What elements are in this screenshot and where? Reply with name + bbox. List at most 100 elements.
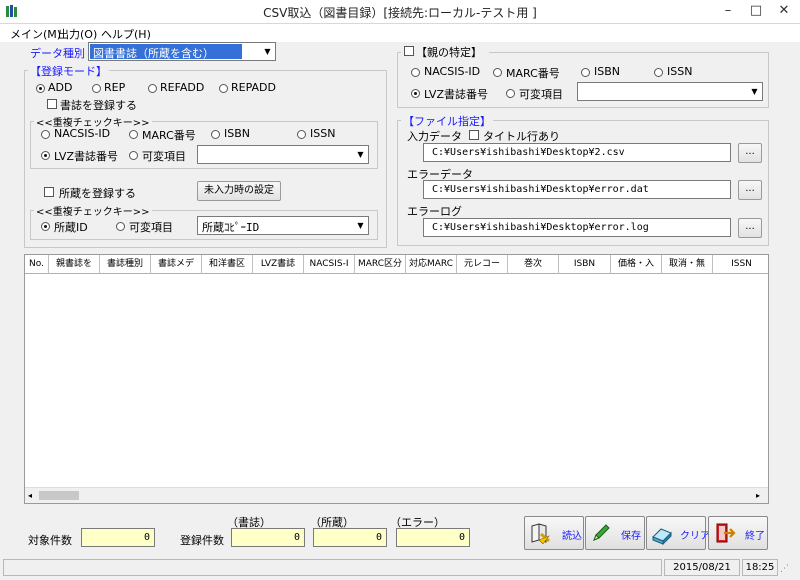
register-biblio-checkbox[interactable]	[47, 99, 57, 109]
parent-isbn-radio[interactable]	[581, 68, 590, 77]
holdings-dup-key-title: <<重複チェックキー>>	[34, 203, 152, 218]
error-count-field: 0	[396, 528, 470, 547]
mode-repadd-radio[interactable]	[219, 84, 228, 93]
error-browse-button[interactable]: ...	[738, 180, 762, 200]
mode-add-radio[interactable]	[36, 84, 45, 93]
save-button[interactable]: 保存	[585, 516, 645, 550]
grid-header: No. 親書誌を 書誌種別 書誌メデ 和洋書区 LVZ書誌 NACSIS-I M…	[25, 255, 768, 274]
data-type-select[interactable]: 図書書誌（所蔵を含む） ▼	[88, 42, 276, 61]
minimize-button[interactable]: –	[714, 0, 742, 22]
holdings-key-select[interactable]: 所蔵ｺﾋﾟｰID ▼	[197, 216, 369, 235]
grid-column-header[interactable]: ISSN	[713, 255, 768, 274]
load-icon	[531, 523, 550, 544]
title-bar: CSV取込（図書目録）[接続先:ローカル-テスト用 ] – □ ✕	[0, 0, 800, 24]
pencil-icon	[593, 524, 610, 541]
mode-refadd-radio[interactable]	[148, 84, 157, 93]
biblio-count-field: 0	[231, 528, 305, 547]
scroll-right-icon[interactable]: ▸	[756, 491, 760, 500]
load-button[interactable]: 読込	[524, 516, 584, 550]
dup-nacsis-label: NACSIS-ID	[54, 127, 111, 140]
unentered-settings-button[interactable]: 未入力時の設定	[197, 181, 281, 201]
maximize-button[interactable]: □	[742, 0, 770, 22]
grid-column-header[interactable]: 親書誌を	[49, 255, 100, 274]
dup-isbn-radio[interactable]	[211, 130, 220, 139]
target-count-label: 対象件数	[28, 534, 72, 547]
grid-column-header[interactable]: 巻次	[508, 255, 559, 274]
horizontal-scrollbar[interactable]: ◂ ▸	[25, 487, 768, 503]
register-holdings-checkbox[interactable]	[44, 187, 54, 197]
data-type-label: データ種別	[30, 47, 85, 60]
grid-column-header[interactable]: 元レコー	[457, 255, 508, 274]
parent-lvz-radio[interactable]	[411, 89, 420, 98]
parent-checkbox[interactable]	[404, 46, 414, 56]
grid-column-header[interactable]: ISBN	[559, 255, 611, 274]
dup-lvz-label: LVZ書誌番号	[54, 150, 118, 163]
registration-mode-title: 【登録モード】	[28, 63, 109, 79]
register-biblio-label: 書誌を登録する	[60, 99, 137, 112]
exit-door-icon	[716, 523, 736, 543]
holdings-id-label: 所蔵ID	[54, 221, 88, 234]
dup-lvz-radio[interactable]	[41, 151, 50, 160]
grid-column-header[interactable]: 和洋書区	[202, 255, 253, 274]
resize-grip-icon[interactable]: ⋰	[780, 564, 789, 574]
grid-column-header[interactable]: 価格・入	[611, 255, 662, 274]
holdings-count-value: 0	[375, 532, 382, 543]
parent-nacsis-label: NACSIS-ID	[424, 65, 481, 78]
chevron-down-icon: ▼	[260, 43, 275, 60]
grid-column-header[interactable]: 書誌メデ	[151, 255, 202, 274]
grid-column-header[interactable]: LVZ書誌	[253, 255, 304, 274]
mode-rep-radio[interactable]	[92, 84, 101, 93]
dup-variable-select[interactable]: ▼	[197, 145, 369, 164]
mode-add-label: ADD	[48, 81, 73, 94]
holdings-id-radio[interactable]	[41, 222, 50, 231]
dup-variable-radio[interactable]	[129, 151, 138, 160]
dup-issn-radio[interactable]	[297, 130, 306, 139]
error-log-label: エラーログ	[407, 205, 462, 218]
dup-variable-label: 可変項目	[142, 150, 186, 163]
scroll-left-icon[interactable]: ◂	[28, 491, 32, 500]
parent-nacsis-radio[interactable]	[411, 68, 420, 77]
data-grid[interactable]: No. 親書誌を 書誌種別 書誌メデ 和洋書区 LVZ書誌 NACSIS-I M…	[24, 254, 769, 504]
exit-label: 終了	[745, 531, 765, 542]
input-path-value: C:¥Users¥ishibashi¥Desktop¥2.csv	[432, 147, 625, 158]
parent-variable-select[interactable]: ▼	[577, 82, 763, 101]
chevron-down-icon: ▼	[353, 146, 368, 163]
holdings-variable-radio[interactable]	[116, 222, 125, 231]
grid-column-header[interactable]: 書誌種別	[100, 255, 151, 274]
error-path-field[interactable]: C:¥Users¥ishibashi¥Desktop¥error.dat	[423, 180, 731, 199]
exit-button[interactable]: 終了	[708, 516, 768, 550]
clear-button[interactable]: クリア	[646, 516, 710, 550]
close-button[interactable]: ✕	[770, 0, 798, 22]
parent-isbn-label: ISBN	[594, 65, 621, 78]
eraser-icon	[652, 528, 672, 545]
chevron-down-icon: ▼	[747, 83, 762, 100]
grid-column-header[interactable]: No.	[25, 255, 49, 274]
menu-main[interactable]: メイン(M)	[10, 26, 61, 42]
scrollbar-thumb[interactable]	[39, 491, 79, 500]
title-row-checkbox[interactable]	[469, 130, 479, 140]
dup-issn-label: ISSN	[310, 127, 336, 140]
status-bar: 2015/08/21 18:25 ⋰	[0, 556, 800, 580]
holdings-key-value: 所蔵ｺﾋﾟｰID	[202, 221, 260, 234]
menu-bar: メイン(M) 出力(O) ヘルプ(H)	[0, 24, 800, 42]
input-browse-button[interactable]: ...	[738, 143, 762, 163]
register-holdings-label: 所蔵を登録する	[59, 187, 136, 200]
log-browse-button[interactable]: ...	[738, 218, 762, 238]
input-path-field[interactable]: C:¥Users¥ishibashi¥Desktop¥2.csv	[423, 143, 731, 162]
mode-refadd-label: REFADD	[160, 81, 205, 94]
parent-issn-radio[interactable]	[654, 68, 663, 77]
dup-nacsis-radio[interactable]	[41, 130, 50, 139]
dup-marc-radio[interactable]	[129, 130, 138, 139]
grid-column-header[interactable]: 対応MARC	[406, 255, 457, 274]
grid-column-header[interactable]: MARC区分	[355, 255, 406, 274]
parent-variable-radio[interactable]	[506, 89, 515, 98]
log-path-value: C:¥Users¥ishibashi¥Desktop¥error.log	[432, 222, 649, 233]
menu-output[interactable]: 出力(O)	[58, 26, 97, 42]
parent-marc-radio[interactable]	[493, 68, 502, 77]
grid-column-header[interactable]: NACSIS-I	[304, 255, 355, 274]
log-path-field[interactable]: C:¥Users¥ishibashi¥Desktop¥error.log	[423, 218, 731, 237]
grid-column-header[interactable]: 取消・無	[662, 255, 713, 274]
menu-help[interactable]: ヘルプ(H)	[101, 26, 151, 42]
clear-label: クリア	[680, 531, 710, 542]
file-title: 【ファイル指定】	[401, 113, 493, 129]
